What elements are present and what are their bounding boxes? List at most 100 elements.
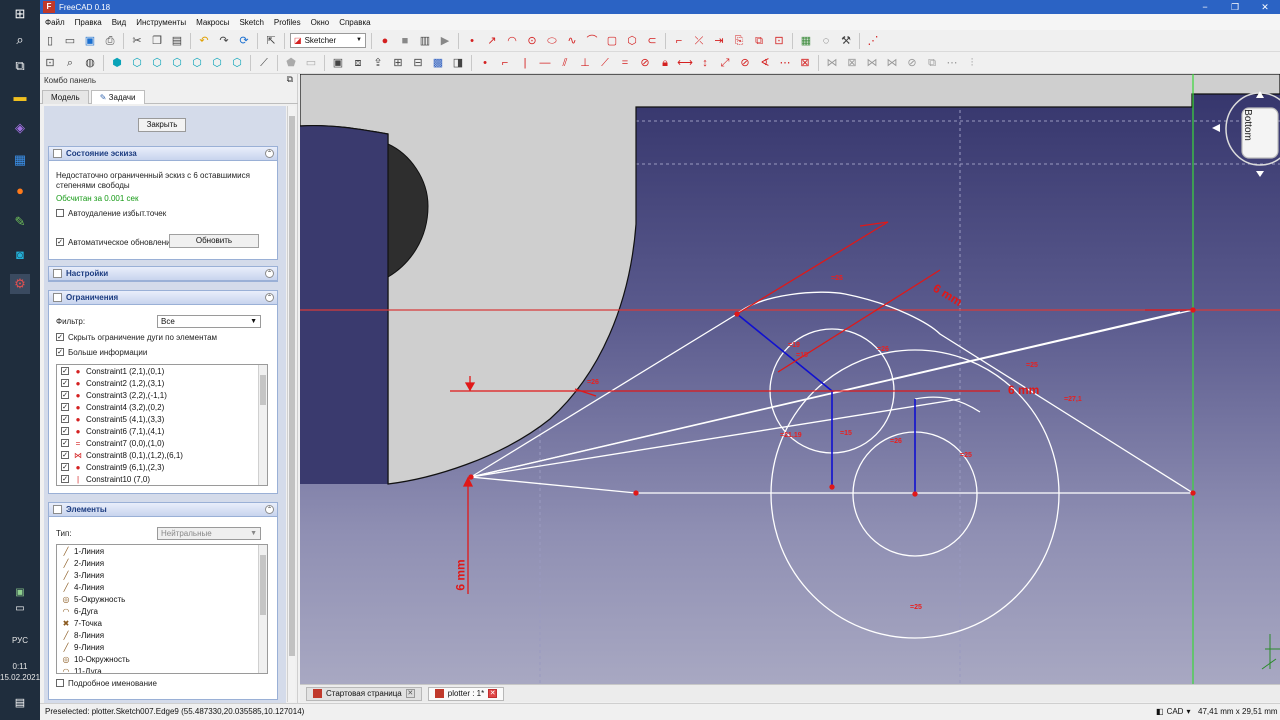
rectangular-array-icon[interactable]: ⫶ bbox=[964, 55, 980, 71]
network-icon[interactable]: ▭ bbox=[10, 598, 30, 618]
constrain-point-on-object-icon[interactable]: ⌐ bbox=[497, 55, 513, 71]
list-item[interactable]: ✓ ● Constraint5 (4,1),(3,3) bbox=[57, 413, 267, 425]
menu-edit[interactable]: Правка bbox=[70, 18, 107, 27]
create-circle-icon[interactable]: ⊙ bbox=[524, 33, 540, 49]
auto-recompute-checkbox[interactable]: ✓ bbox=[56, 238, 64, 246]
macros-icon[interactable]: ▥ bbox=[417, 33, 433, 49]
constraint-label[interactable]: =25 bbox=[1026, 362, 1038, 369]
sketch-canvas[interactable] bbox=[300, 74, 1280, 684]
close-sketch-button[interactable]: Закрыть bbox=[138, 118, 186, 132]
map-sketch-icon[interactable]: ⊟ bbox=[410, 55, 426, 71]
notepad-icon[interactable]: ✎ bbox=[10, 212, 30, 232]
elements-list-scrollbar[interactable] bbox=[258, 545, 267, 673]
close-tab-icon[interactable]: ✕ bbox=[488, 689, 498, 698]
list-item[interactable]: ◠ 6-Дуга bbox=[57, 605, 267, 617]
constraint-visible-checkbox[interactable]: ✓ bbox=[61, 451, 69, 459]
list-item[interactable]: ✓●Constraint11 (8,1),(9,1) bbox=[57, 485, 267, 486]
constrain-parallel-icon[interactable]: ⫽ bbox=[557, 55, 573, 71]
constraint-label[interactable]: =25 bbox=[960, 452, 972, 459]
external-geometry-icon[interactable]: ⎘ bbox=[731, 33, 747, 49]
view-rear-icon[interactable]: ⬡ bbox=[189, 55, 205, 71]
create-rectangle-icon[interactable]: ▢ bbox=[604, 33, 620, 49]
recompute-button[interactable]: Обновить bbox=[169, 234, 259, 248]
constraint-label[interactable]: =25 bbox=[910, 604, 922, 611]
sketch-point[interactable] bbox=[468, 474, 474, 480]
execute-macro-icon[interactable]: ▶ bbox=[437, 33, 453, 49]
dimension-label-horizontal[interactable]: 6 mm bbox=[1008, 383, 1039, 397]
select-constraints-icon[interactable]: ⋈ bbox=[824, 55, 840, 71]
list-item[interactable]: ╱ 4-Линия bbox=[57, 581, 267, 593]
list-item[interactable]: ✓ ● Constraint3 (2,2),(-1,1) bbox=[57, 389, 267, 401]
tab-tasks[interactable]: ✎ Задачи bbox=[90, 90, 145, 104]
undo-icon[interactable]: ↶ bbox=[196, 33, 212, 49]
save-icon[interactable]: ▣ bbox=[82, 33, 98, 49]
copy-geometry-icon[interactable]: ⋯ bbox=[944, 55, 960, 71]
menu-help[interactable]: Справка bbox=[334, 18, 375, 27]
tools-icon[interactable]: ⚒ bbox=[838, 33, 854, 49]
navcube[interactable] bbox=[1225, 92, 1280, 169]
elements-panel-header[interactable]: Элементы ⌃ bbox=[49, 503, 277, 517]
solver-panel-header[interactable]: Состояние эскиза ⌃ bbox=[49, 147, 277, 161]
constraint-visible-checkbox[interactable]: ✓ bbox=[61, 427, 69, 435]
navigation-style-selector[interactable]: ◧ CAD ▾ bbox=[1156, 707, 1190, 716]
create-slot-icon[interactable]: ⊂ bbox=[644, 33, 660, 49]
3d-viewport[interactable]: 6 mm 6 mm 6 mm =26 =26 =25 =19 =26 =26 =… bbox=[300, 74, 1280, 684]
menu-file[interactable]: Файл bbox=[40, 18, 70, 27]
list-item[interactable]: ✓ ● Constraint1 (2,1),(0,1) bbox=[57, 365, 267, 377]
constraints-list-scrollbar[interactable] bbox=[258, 365, 267, 485]
new-sketch-icon[interactable]: ▣ bbox=[330, 55, 346, 71]
constrain-tangent-icon[interactable]: ⟋ bbox=[597, 55, 613, 71]
menu-tools[interactable]: Инструменты bbox=[131, 18, 191, 27]
clock-date[interactable]: 15.02.2021 bbox=[0, 673, 40, 682]
record-macro-icon[interactable]: ● bbox=[377, 33, 393, 49]
settings-panel-header[interactable]: Настройки ⌃ bbox=[49, 267, 277, 281]
view-sketch-normal-icon[interactable]: ⊞ bbox=[390, 55, 406, 71]
constrain-vertical-distance-icon[interactable]: ↕ bbox=[697, 55, 713, 71]
list-item[interactable]: ✖ 7-Точка bbox=[57, 617, 267, 629]
constrain-horizontal-icon[interactable]: — bbox=[537, 55, 553, 71]
part-icon[interactable]: ⬟ bbox=[283, 55, 299, 71]
copy-icon[interactable]: ❐ bbox=[149, 33, 165, 49]
view-section-icon[interactable]: ◌ bbox=[818, 33, 834, 49]
symmetry-icon[interactable]: ⊘ bbox=[904, 55, 920, 71]
leave-sketch-icon[interactable]: ⇪ bbox=[370, 55, 386, 71]
create-point-icon[interactable]: • bbox=[464, 33, 480, 49]
list-item[interactable]: ◎ 10-Окружность bbox=[57, 653, 267, 665]
zoom-icon[interactable]: ⌕ bbox=[62, 55, 78, 71]
list-item[interactable]: ◠ 11-Дуга bbox=[57, 665, 267, 674]
navcube-arrow-down-icon[interactable] bbox=[1256, 171, 1264, 177]
constraint-label[interactable]: =27,1 bbox=[1064, 396, 1082, 403]
constraint-visible-checkbox[interactable]: ✓ bbox=[61, 475, 69, 483]
elements-list[interactable]: ╱ 1-Линия ╱ 2-Линия ╱ 3-Линия ╱ 4-Линия ◎ 5-Окруж… bbox=[56, 544, 268, 674]
store-icon[interactable]: ▦ bbox=[10, 150, 30, 170]
create-polygon-icon[interactable]: ⬡ bbox=[624, 33, 640, 49]
constrain-lock-icon[interactable]: 🔒︎ bbox=[657, 55, 673, 71]
sketch-point[interactable] bbox=[1190, 307, 1196, 313]
menu-sketch[interactable]: Sketch bbox=[234, 18, 268, 27]
constrain-angle-icon[interactable]: ∢ bbox=[757, 55, 773, 71]
dimension-label-vertical[interactable]: 6 mm bbox=[454, 559, 468, 590]
open-file-icon[interactable]: ▭ bbox=[62, 33, 78, 49]
constraint-visible-checkbox[interactable]: ✓ bbox=[61, 403, 69, 411]
tab-plotter[interactable]: plotter : 1* ✕ bbox=[427, 686, 505, 701]
list-item[interactable]: ✓ = Constraint7 (0,0),(1,0) bbox=[57, 437, 267, 449]
extend-icon[interactable]: ⇥ bbox=[711, 33, 727, 49]
cut-icon[interactable]: ✂ bbox=[129, 33, 145, 49]
navcube-arrow-left-icon[interactable] bbox=[1212, 124, 1220, 132]
list-item[interactable]: ╱ 9-Линия bbox=[57, 641, 267, 653]
whats-this-icon[interactable]: ⇱ bbox=[263, 33, 279, 49]
toggle-driving-icon[interactable]: ⊠ bbox=[797, 55, 813, 71]
select-origin-icon[interactable]: ⊠ bbox=[844, 55, 860, 71]
list-item[interactable]: ╱ 2-Линия bbox=[57, 557, 267, 569]
list-item[interactable]: ✓ ● Constraint9 (6,1),(2,3) bbox=[57, 461, 267, 473]
sketch-point[interactable] bbox=[1190, 490, 1196, 496]
list-item[interactable]: ✓ ● Constraint4 (3,2),(0,2) bbox=[57, 401, 267, 413]
combo-close-icon[interactable]: ⧉ bbox=[287, 74, 293, 85]
menu-profiles[interactable]: Profiles bbox=[269, 18, 306, 27]
clock-time[interactable]: 0:11 bbox=[0, 662, 40, 671]
print-icon[interactable]: ⎙ bbox=[102, 33, 118, 49]
constrain-snell-icon[interactable]: ⋯ bbox=[777, 55, 793, 71]
verbose-naming-checkbox[interactable] bbox=[56, 679, 64, 687]
constraint-visible-checkbox[interactable]: ✓ bbox=[61, 439, 69, 447]
constrain-radius-icon[interactable]: ⊘ bbox=[737, 55, 753, 71]
